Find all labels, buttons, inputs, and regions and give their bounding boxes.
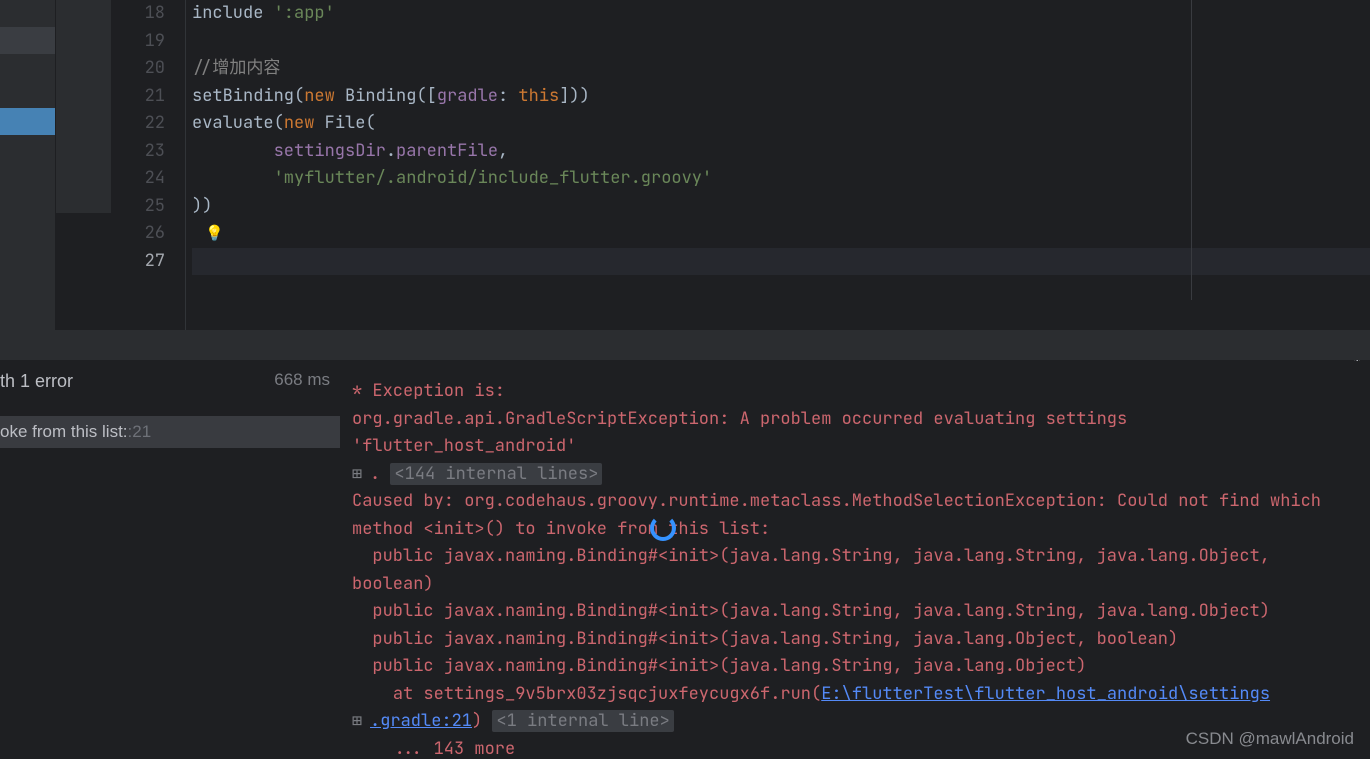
console-line: ⊞. <144 internal lines> <box>352 461 1358 489</box>
expand-icon[interactable]: ⊞ <box>352 461 370 489</box>
project-tree-item[interactable] <box>0 54 55 81</box>
line-number: 22 <box>56 110 165 138</box>
code-line[interactable]: settingsDir.parentFile, <box>192 138 1370 166</box>
code-editor[interactable]: 18192021222324252627 include ':app' //增加内… <box>55 0 1370 330</box>
console-line: public javax.naming.Binding#<init>(java.… <box>352 626 1358 654</box>
line-number: 19 <box>56 28 165 56</box>
code-line[interactable] <box>192 28 1370 56</box>
file-link[interactable]: E:\flutterTest\flutter_host_android\sett… <box>821 683 1270 705</box>
file-link[interactable]: .gradle:21 <box>370 710 472 732</box>
console-line: at settings_9v5brx03zjsqcjuxfeycugx6f.ru… <box>352 681 1358 709</box>
line-number: 27 <box>56 248 165 276</box>
project-tree-item[interactable] <box>0 27 55 54</box>
folded-region[interactable]: <144 internal lines> <box>390 463 602 485</box>
line-number: 26 <box>56 220 165 248</box>
build-output-panel: th 1 error 668 ms oke from this list: :2… <box>0 360 1370 759</box>
intention-bulb-icon[interactable]: 💡 <box>205 220 224 248</box>
line-number: 18 <box>56 0 165 28</box>
loading-spinner-icon <box>650 515 676 541</box>
build-console[interactable]: ⚙ * Exception is: org.gradle.api.GradleS… <box>340 360 1370 759</box>
code-line[interactable]: //增加内容 <box>192 55 1370 83</box>
folded-region[interactable]: <1 internal line> <box>492 710 673 732</box>
code-line[interactable]: 💡 <box>192 220 1370 248</box>
watermark-text: CSDN @mawlAndroid <box>1186 729 1354 749</box>
editor-status-bar <box>0 330 1370 360</box>
code-line[interactable]: setBinding(new Binding([gradle: this])) <box>192 83 1370 111</box>
console-line: org.gradle.api.GradleScriptException: A … <box>352 406 1358 461</box>
build-error-location: :21 <box>128 422 152 442</box>
project-tree-item-selected[interactable] <box>0 108 55 135</box>
build-duration: 668 ms <box>274 370 330 390</box>
line-number: 20 <box>56 55 165 83</box>
code-line[interactable] <box>192 248 1370 276</box>
code-line[interactable]: 'myflutter/.android/include_flutter.groo… <box>192 165 1370 193</box>
code-line[interactable]: )) <box>192 193 1370 221</box>
build-tree[interactable]: th 1 error 668 ms oke from this list: :2… <box>0 360 340 759</box>
console-line: * Exception is: <box>352 378 1358 406</box>
console-line: public javax.naming.Binding#<init>(java.… <box>352 543 1358 598</box>
console-line: public javax.naming.Binding#<init>(java.… <box>352 653 1358 681</box>
expand-icon[interactable]: ⊞ <box>352 708 370 736</box>
line-number: 24 <box>56 165 165 193</box>
build-status-header: th 1 error 668 ms <box>0 360 340 402</box>
console-line: public javax.naming.Binding#<init>(java.… <box>352 598 1358 626</box>
line-number: 21 <box>56 83 165 111</box>
build-error-item[interactable]: oke from this list: :21 <box>0 416 340 448</box>
code-line[interactable]: evaluate(new File( <box>192 110 1370 138</box>
project-tree-item[interactable] <box>0 0 55 27</box>
console-line: Caused by: org.codehaus.groovy.runtime.m… <box>352 488 1358 543</box>
project-tree-sidebar[interactable] <box>0 0 55 330</box>
gear-icon[interactable]: ⚙ <box>1352 360 1362 370</box>
code-line[interactable]: include ':app' <box>192 0 1370 28</box>
project-tree-item[interactable] <box>0 81 55 108</box>
build-error-text: oke from this list: <box>0 422 128 442</box>
editor-gutter: 18192021222324252627 <box>56 0 186 330</box>
line-number: 23 <box>56 138 165 166</box>
build-status-text: th 1 error <box>0 371 73 392</box>
line-number: 25 <box>56 193 165 221</box>
editor-content[interactable]: include ':app' //增加内容setBinding(new Bindi… <box>186 0 1370 330</box>
